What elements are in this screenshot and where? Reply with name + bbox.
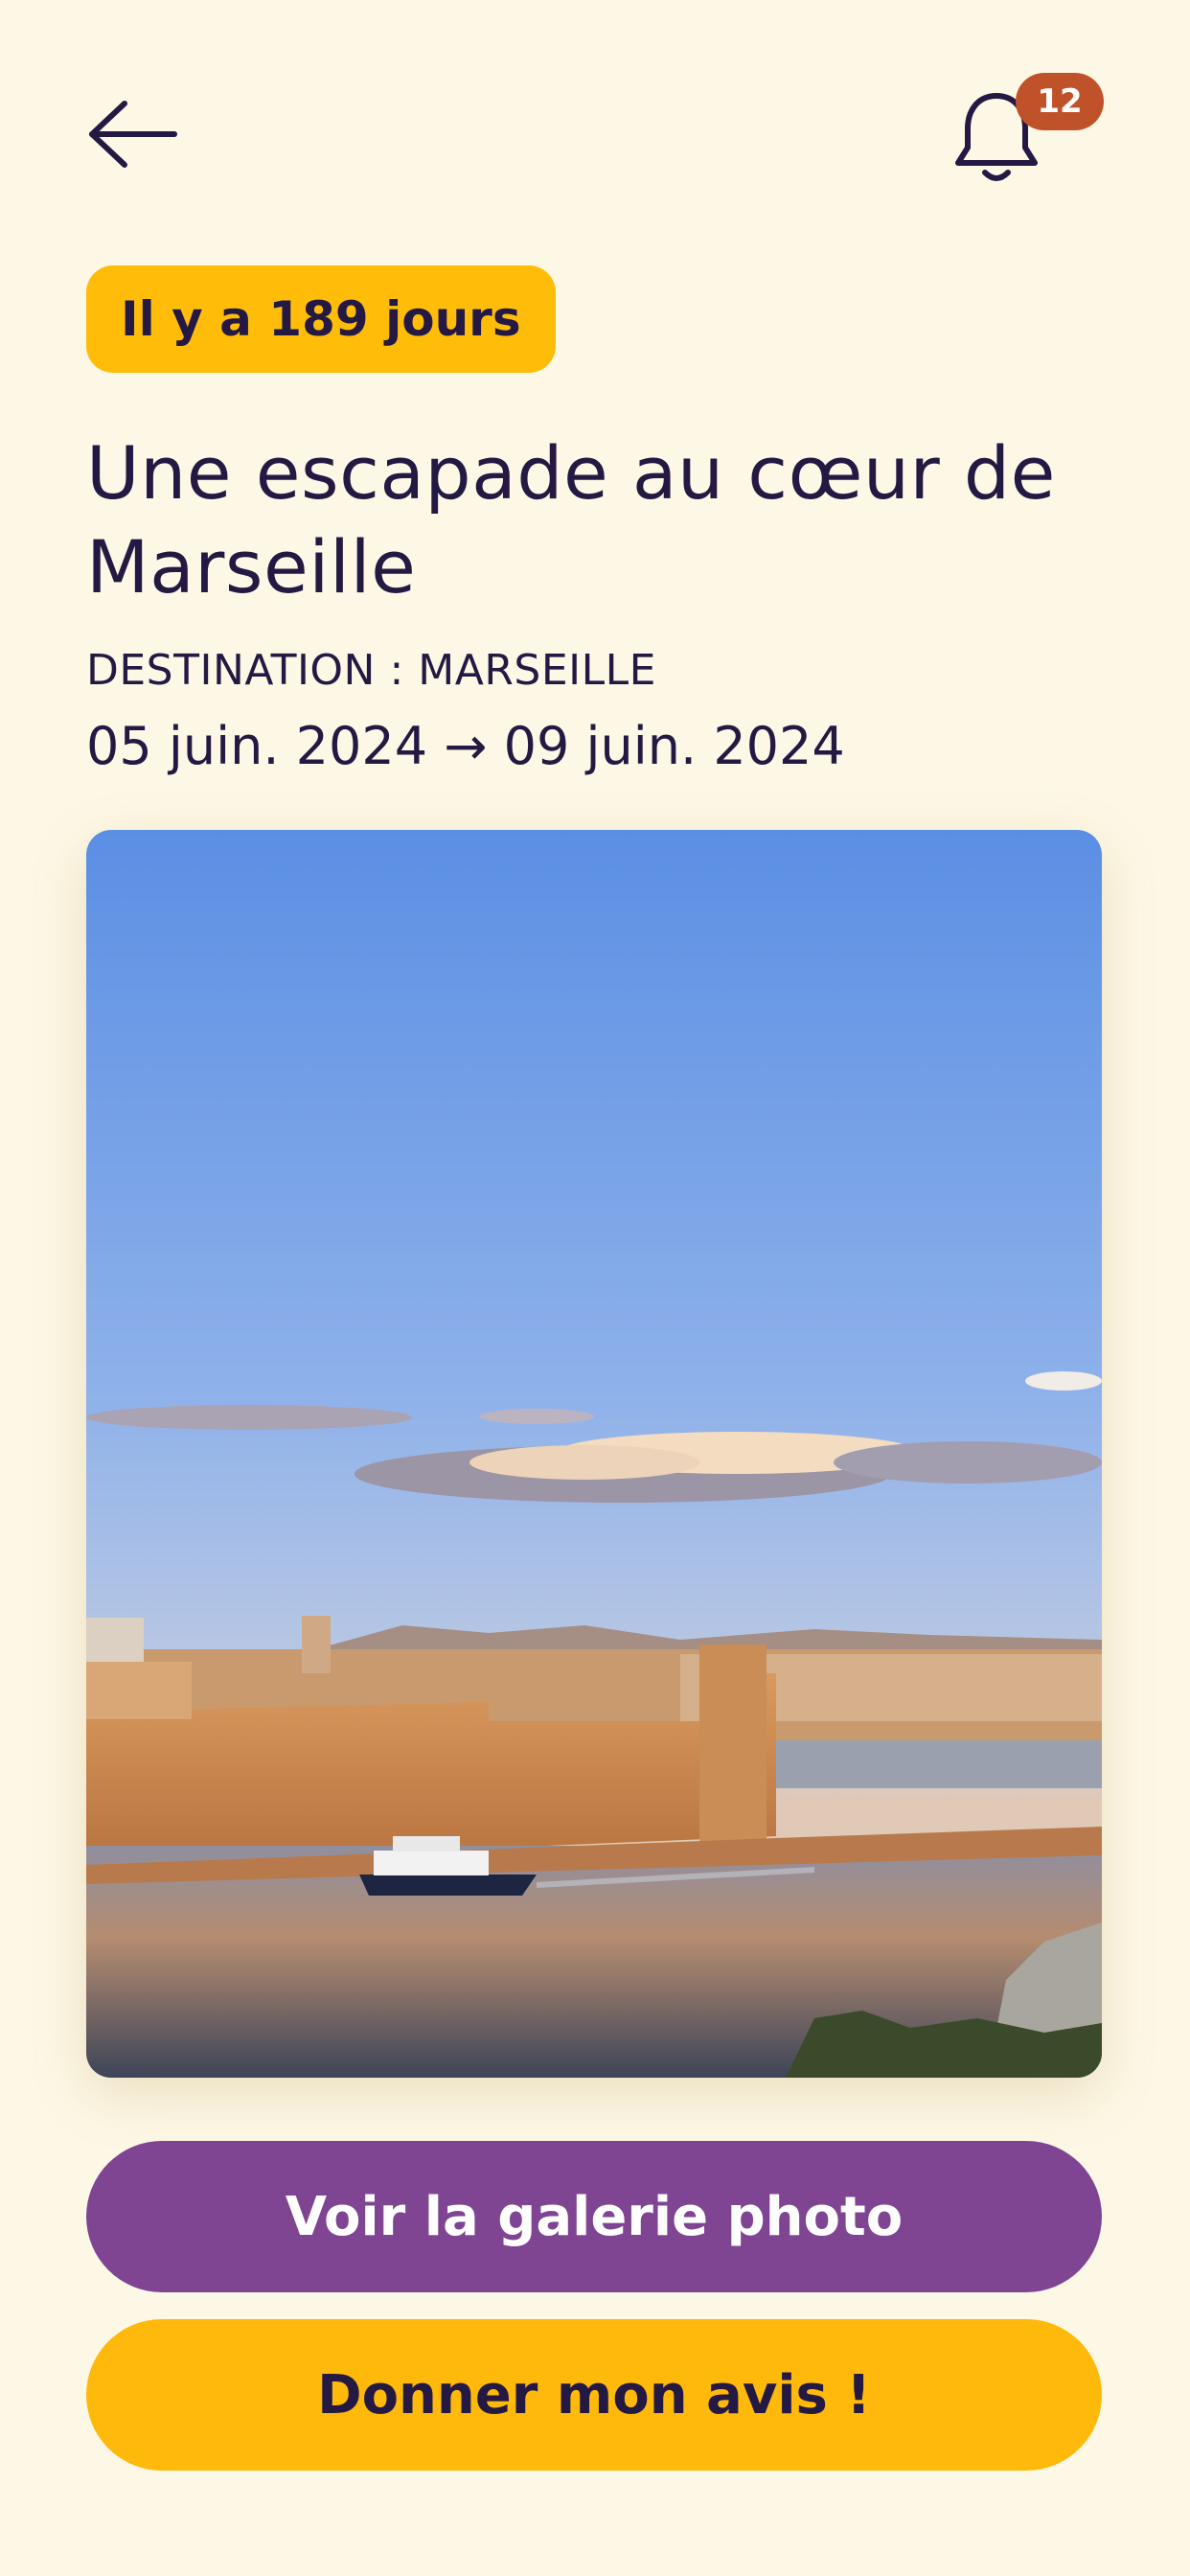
trip-destination: DESTINATION : MARSEILLE bbox=[86, 646, 656, 695]
trip-dates: 05 juin. 2024 → 09 juin. 2024 bbox=[86, 716, 845, 776]
trip-cover-photo[interactable] bbox=[86, 830, 1102, 2078]
notifications-button[interactable]: 12 bbox=[950, 67, 1104, 192]
arrow-left-icon bbox=[89, 101, 177, 168]
top-bar: 12 bbox=[86, 67, 1104, 192]
view-gallery-button[interactable]: Voir la galerie photo bbox=[86, 2141, 1102, 2292]
give-review-button[interactable]: Donner mon avis ! bbox=[86, 2319, 1102, 2471]
back-button[interactable] bbox=[86, 96, 182, 172]
elapsed-time-badge: Il y a 189 jours bbox=[86, 265, 556, 373]
notification-count-badge: 12 bbox=[1016, 73, 1104, 130]
trip-title: Une escapade au cœur de Marseille bbox=[86, 430, 1056, 610]
